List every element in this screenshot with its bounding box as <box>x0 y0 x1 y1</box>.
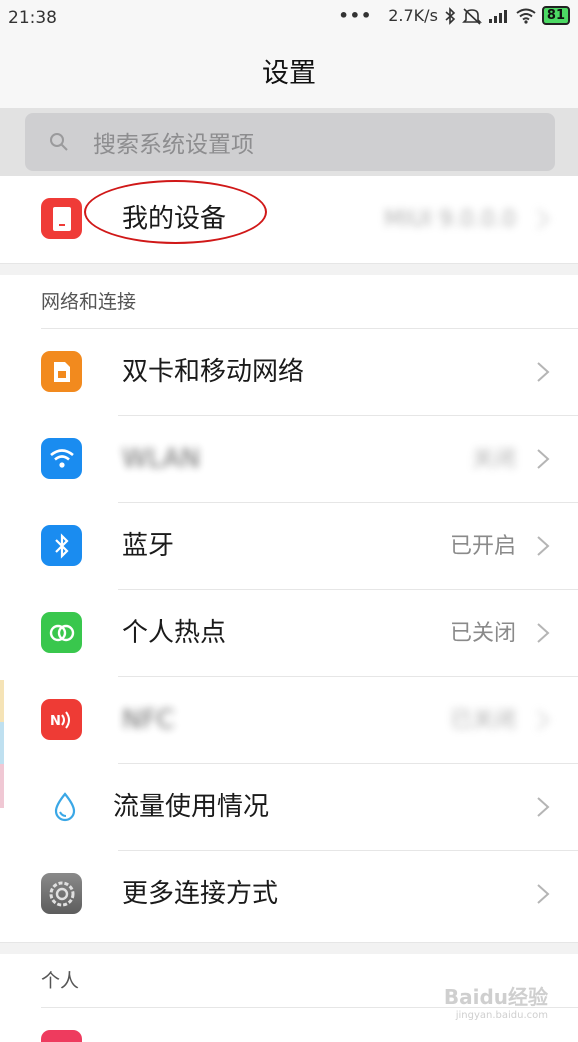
page-title: 设置 <box>0 40 578 108</box>
data-usage-icon <box>44 786 85 827</box>
wifi-icon <box>41 438 82 479</box>
nfc-icon: N <box>41 699 82 740</box>
row-value: 关闭 <box>471 447 516 472</box>
chevron-right-icon <box>537 536 550 556</box>
wifi-status-icon <box>516 8 536 24</box>
row-value: 已关闭 <box>449 708 516 733</box>
chevron-right-icon <box>537 884 550 904</box>
chevron-right-icon <box>537 449 550 469</box>
chevron-right-icon <box>537 209 550 229</box>
row-value: 已开启 <box>449 534 516 559</box>
edge-strip <box>0 722 4 764</box>
chevron-right-icon <box>537 623 550 643</box>
row-label: 双卡和移动网络 <box>122 357 305 387</box>
status-bar: 21:38 ••• 2.7K/s 81 <box>0 0 578 40</box>
watermark-url: jingyan.baidu.com <box>455 1010 548 1021</box>
signal-icon <box>488 9 507 23</box>
settings-row-dual-sim[interactable]: 双卡和移动网络 <box>0 329 578 416</box>
search-input[interactable]: 搜索系统设置项 <box>25 113 555 171</box>
status-icons: ••• 2.7K/s 81 <box>339 6 570 25</box>
row-label: 蓝牙 <box>122 531 175 561</box>
watermark-brand: Baidu经验 <box>443 985 548 1009</box>
row-value: 已关闭 <box>449 621 516 646</box>
row-label: 个人热点 <box>122 618 227 648</box>
next-row-icon <box>41 1030 82 1042</box>
network-speed: 2.7K/s <box>388 6 438 25</box>
status-time: 21:38 <box>8 8 57 28</box>
settings-row-more-connections[interactable]: 更多连接方式 <box>0 851 578 938</box>
settings-row-data-usage[interactable]: 流量使用情况 <box>0 764 578 851</box>
search-placeholder: 搜索系统设置项 <box>93 132 254 158</box>
notification-dots: ••• <box>338 6 373 25</box>
mute-status-icon <box>461 7 482 25</box>
edge-strip <box>0 680 4 722</box>
svg-text:N: N <box>50 714 61 729</box>
device-icon <box>41 198 82 239</box>
edge-strip <box>0 764 4 808</box>
highlight-annotation <box>84 180 267 244</box>
section-network-header: 网络和连接 <box>0 275 578 329</box>
section-title: 网络和连接 <box>41 291 137 313</box>
section-title: 个人 <box>41 970 80 992</box>
settings-row-hotspot[interactable]: 个人热点 已关闭 <box>0 590 578 677</box>
watermark: Baidu经验 jingyan.baidu.com <box>444 981 548 1021</box>
chevron-right-icon <box>537 797 550 817</box>
search-area: 搜索系统设置项 <box>0 108 578 176</box>
row-label: WLAN <box>122 444 201 474</box>
battery-icon: 81 <box>541 6 570 25</box>
row-label: 更多连接方式 <box>122 879 279 909</box>
settings-row-bluetooth[interactable]: 蓝牙 已开启 <box>0 503 578 590</box>
row-label: 流量使用情况 <box>113 792 270 822</box>
settings-row-wlan[interactable]: WLAN 关闭 <box>0 416 578 503</box>
sim-card-icon <box>41 351 82 392</box>
bluetooth-status-icon <box>445 6 456 25</box>
row-label: NFC <box>122 705 175 735</box>
settings-row-nfc[interactable]: N NFC 已关闭 <box>0 677 578 764</box>
chevron-right-icon <box>537 710 550 730</box>
bluetooth-icon <box>41 525 82 566</box>
my-device-value: MIUI 9.0.0.0 <box>383 207 516 232</box>
hotspot-icon <box>41 612 82 653</box>
more-connections-icon <box>41 873 82 914</box>
chevron-right-icon <box>537 362 550 382</box>
search-icon <box>50 133 68 151</box>
